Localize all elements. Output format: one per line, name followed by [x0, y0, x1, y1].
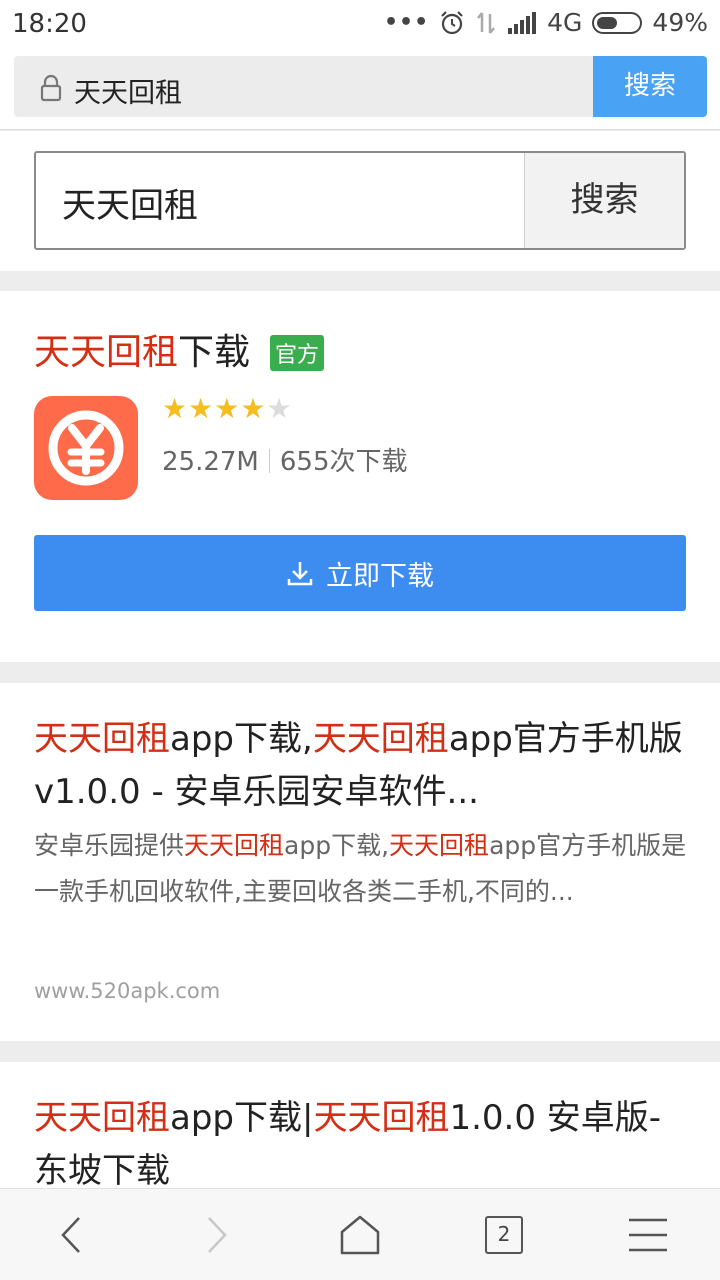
star-filled-icon: ★	[214, 392, 241, 425]
official-badge: 官方	[270, 335, 325, 371]
url-text: 天天回租	[74, 78, 182, 109]
result-desc-part: app下载,	[284, 831, 390, 860]
app-title[interactable]: 天天回租下载	[34, 323, 250, 375]
result-desc-part: 安卓乐园提供	[34, 831, 185, 860]
download-button[interactable]: 立即下载	[34, 535, 686, 611]
menu-icon	[629, 1218, 667, 1252]
alarm-icon	[441, 10, 463, 34]
star-empty-icon: ★	[266, 392, 293, 425]
result-title-part: app下载|	[170, 1098, 314, 1138]
result-title-part: 天天回租	[34, 1098, 170, 1138]
battery-percent: 49%	[652, 8, 708, 37]
app-meta: 25.27M 655次下载	[162, 441, 408, 478]
rating-stars: ★★★★★	[162, 392, 293, 425]
download-label: 立即下载	[326, 560, 434, 592]
status-bar: 18:20 ••• 4G 49%	[0, 0, 720, 50]
status-icons: ••• 4G 49%	[374, 8, 708, 37]
network-type: 4G	[547, 8, 583, 37]
yen-coin-icon	[48, 410, 124, 486]
search-result-card: 天天回租app下载,天天回租app官方手机版 v1.0.0 - 安卓乐园安卓软件…	[0, 683, 720, 1041]
forward-button[interactable]	[144, 1189, 288, 1280]
battery-icon	[592, 11, 643, 34]
lock-icon	[40, 74, 62, 102]
app-downloads: 655次下载	[279, 447, 408, 477]
battery-level	[597, 16, 618, 29]
star-filled-icon: ★	[162, 392, 189, 425]
menu-button[interactable]	[576, 1189, 720, 1280]
search-result-card: 天天回租app下载|天天回租1.0.0 安卓版-东坡下载	[0, 1062, 720, 1202]
result-title-part: 天天回租	[34, 719, 170, 759]
search-section: 天天回租 搜索	[0, 131, 720, 271]
app-title-highlight: 天天回租	[34, 332, 179, 373]
result-desc-part: 天天回租	[389, 831, 490, 860]
browser-bottom-nav: 2	[0, 1188, 720, 1280]
search-box: 天天回租 搜索	[34, 151, 686, 250]
home-icon	[340, 1215, 380, 1255]
tabs-count: 2	[485, 1216, 523, 1254]
download-icon	[287, 562, 313, 586]
result-title-part: 天天回租	[312, 719, 449, 759]
star-filled-icon: ★	[188, 392, 215, 425]
url-field[interactable]: 天天回租	[14, 56, 594, 117]
app-result-card: 天天回租下载 ★★★★★ 25.27M 655次下载 立即下载	[0, 291, 720, 662]
data-transfer-icon	[477, 11, 496, 34]
signal-icon	[508, 11, 537, 34]
app-size: 25.27M	[162, 447, 259, 477]
search-button[interactable]: 搜索	[524, 153, 684, 248]
app-icon[interactable]	[34, 396, 138, 500]
app-title-suffix: 下载	[178, 332, 251, 373]
result-title-part: app下载,	[170, 719, 313, 759]
chevron-right-icon	[208, 1217, 227, 1253]
result-desc-part: 天天回租	[184, 831, 285, 860]
search-input[interactable]: 天天回租	[62, 178, 198, 227]
result-url: www.520apk.com	[34, 979, 221, 1003]
meta-divider	[268, 449, 270, 473]
result-title[interactable]: 天天回租app下载,天天回租app官方手机版 v1.0.0 - 安卓乐园安卓软件…	[34, 713, 694, 819]
official-badge-wrap: 官方	[270, 335, 325, 371]
more-dots-icon: •••	[383, 10, 430, 35]
result-title-part: 天天回租	[313, 1098, 450, 1138]
browser-search-button[interactable]: 搜索	[593, 56, 707, 117]
home-button[interactable]	[288, 1189, 432, 1280]
result-description: 安卓乐园提供天天回租app下载,天天回租app官方手机版是一款手机回收软件,主要…	[34, 823, 694, 915]
back-button[interactable]	[0, 1189, 144, 1280]
star-filled-icon: ★	[240, 392, 267, 425]
tabs-button[interactable]: 2	[432, 1189, 576, 1280]
status-time: 18:20	[12, 9, 87, 39]
chevron-left-icon	[61, 1217, 80, 1253]
result-title[interactable]: 天天回租app下载|天天回租1.0.0 安卓版-东坡下载	[34, 1092, 694, 1198]
browser-address-bar: 天天回租 搜索	[0, 50, 720, 130]
